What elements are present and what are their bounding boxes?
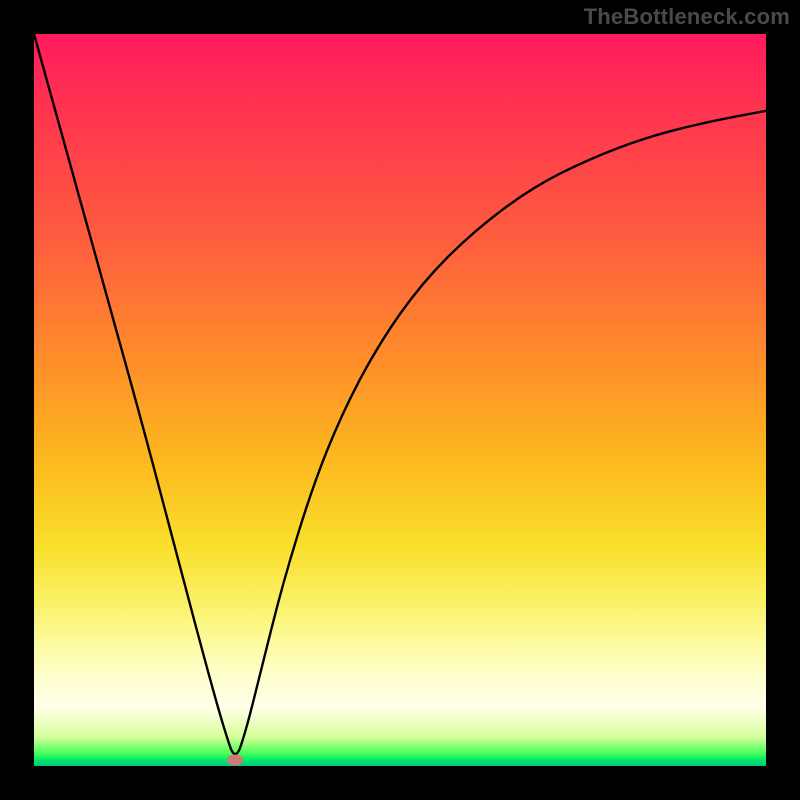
watermark-text: TheBottleneck.com bbox=[584, 4, 790, 30]
chart-frame: TheBottleneck.com bbox=[0, 0, 800, 800]
bottleneck-curve-path bbox=[34, 34, 766, 754]
bottleneck-curve-svg bbox=[34, 34, 766, 766]
minimum-marker bbox=[227, 755, 243, 766]
